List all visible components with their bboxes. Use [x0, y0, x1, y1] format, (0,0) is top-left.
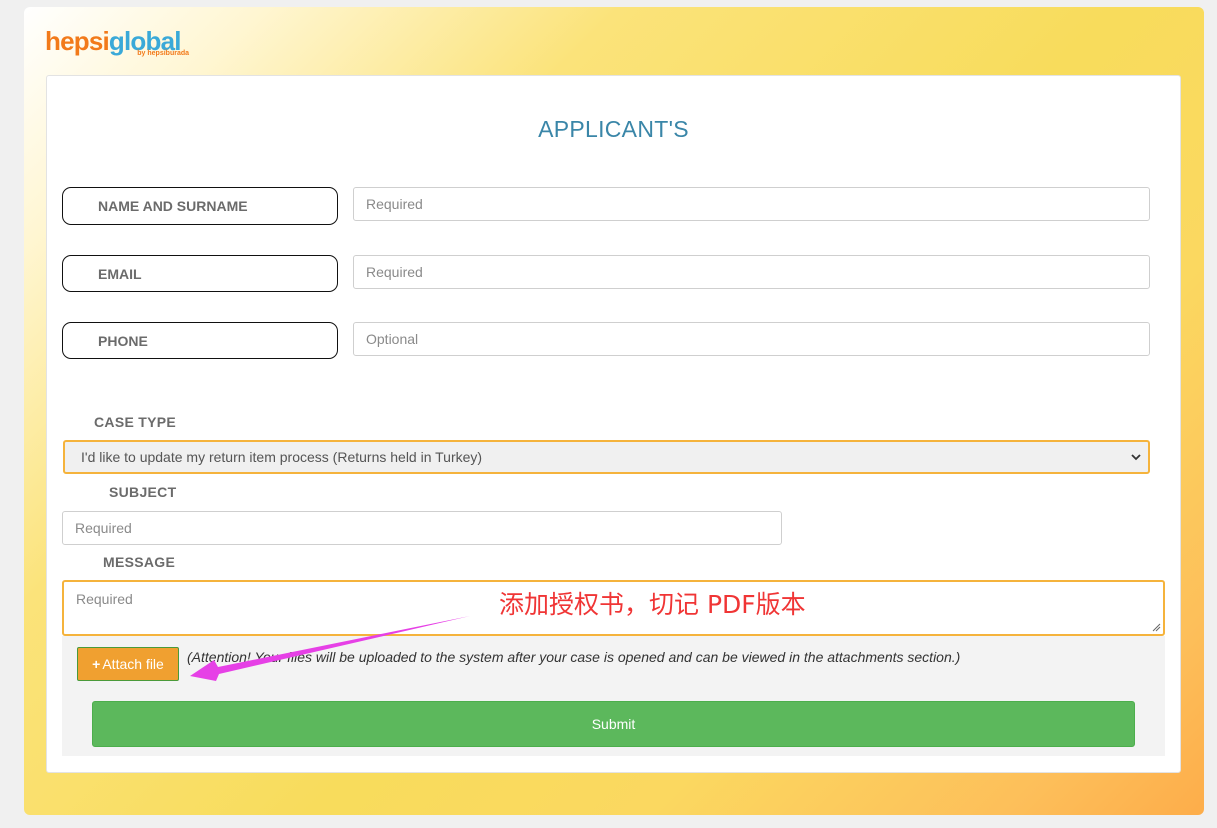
subject-label: SUBJECT [109, 484, 177, 500]
phone-label: PHONE [62, 322, 338, 359]
plus-icon: + [92, 656, 101, 672]
attach-file-button[interactable]: + Attach file [77, 647, 179, 681]
name-surname-label: NAME AND SURNAME [62, 187, 338, 225]
form-title: APPLICANT'S [538, 116, 689, 142]
case-type-label: CASE TYPE [94, 414, 177, 430]
attach-file-label: Attach file [102, 656, 164, 672]
subject-input[interactable]: Required [62, 511, 782, 545]
message-placeholder: Required [76, 591, 133, 607]
hepsiglobal-logo[interactable]: hepsiglobal by hepsiburada [45, 26, 195, 62]
case-type-selected-value: I'd like to update my return item proces… [81, 449, 483, 465]
email-label: EMAIL [62, 255, 338, 292]
attachment-notice: (Attention! Your files will be uploaded … [187, 649, 961, 665]
email-input[interactable]: Required [353, 255, 1150, 289]
submit-button[interactable]: Submit [92, 701, 1135, 747]
message-label: MESSAGE [103, 554, 176, 570]
chevron-down-icon [1131, 454, 1141, 461]
name-surname-input[interactable]: Required [353, 187, 1150, 221]
phone-input[interactable]: Optional [353, 322, 1150, 356]
annotation-text: 添加授权书，切记 PDF版本 [499, 590, 806, 619]
logo-subtitle: by hepsiburada [137, 50, 189, 57]
case-type-select[interactable]: I'd like to update my return item proces… [63, 440, 1150, 474]
resize-grip-icon[interactable] [1152, 623, 1161, 632]
